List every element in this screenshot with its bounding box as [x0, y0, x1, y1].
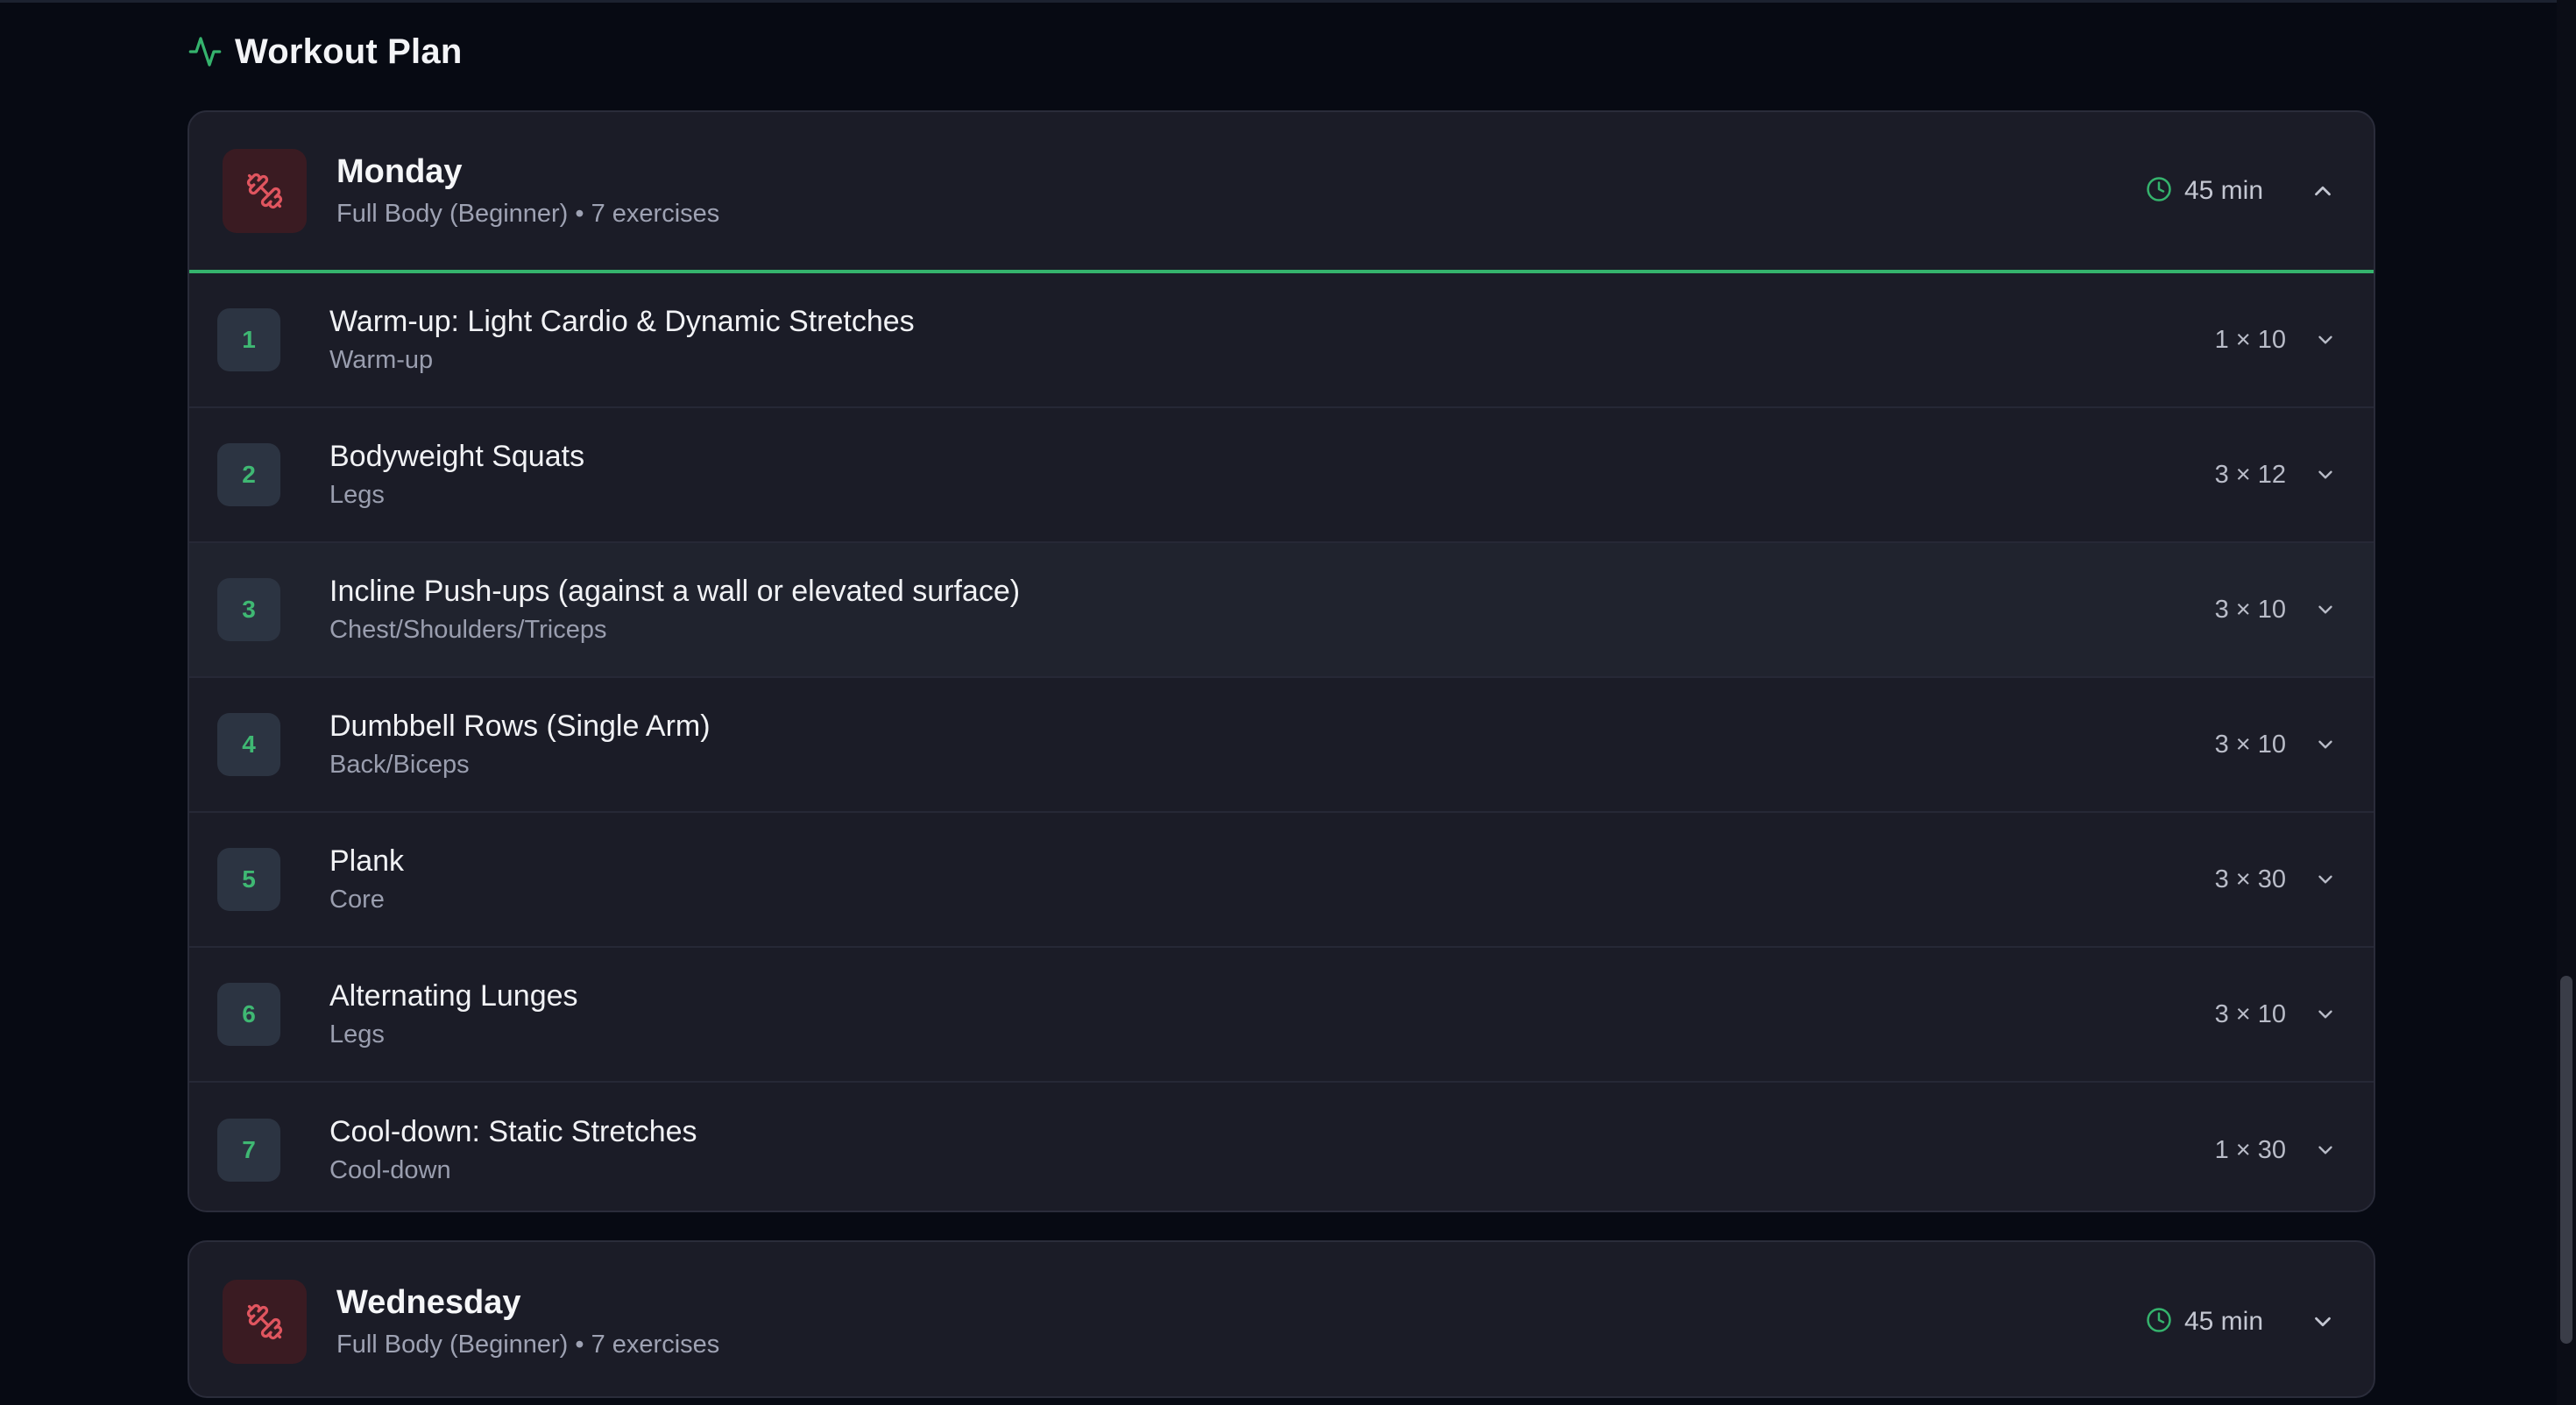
clock-icon: [2146, 176, 2172, 207]
exercise-number: 4: [217, 713, 280, 776]
chevron-down-icon[interactable]: [2311, 325, 2340, 355]
exercise-name: Bodyweight Squats: [329, 440, 585, 473]
exercise-sets: 1 × 30: [2214, 1135, 2286, 1164]
exercise-sets: 1 × 10: [2214, 325, 2286, 354]
exercise-row[interactable]: 1 Warm-up: Light Cardio & Dynamic Stretc…: [189, 273, 2374, 408]
exercise-name: Cool-down: Static Stretches: [329, 1115, 697, 1148]
day-duration: 45 min: [2183, 1307, 2263, 1336]
chevron-down-icon[interactable]: [2305, 1304, 2340, 1339]
exercise-row[interactable]: 3 Incline Push-ups (against a wall or el…: [189, 543, 2374, 678]
activity-icon: [188, 34, 223, 69]
exercise-sets: 3 × 10: [2214, 999, 2286, 1028]
chevron-up-icon[interactable]: [2305, 173, 2340, 208]
day-card-wednesday: Wednesday Full Body (Beginner) • 7 exerc…: [188, 1240, 2375, 1398]
exercise-category: Legs: [329, 481, 385, 509]
exercise-number: 5: [217, 848, 280, 911]
exercise-row[interactable]: 4 Dumbbell Rows (Single Arm) Back/Biceps…: [189, 678, 2374, 813]
scrollbar[interactable]: [2557, 0, 2576, 1405]
exercise-number: 6: [217, 983, 280, 1046]
chevron-down-icon[interactable]: [2311, 730, 2340, 759]
exercise-name: Dumbbell Rows (Single Arm): [329, 710, 711, 743]
exercise-sets: 3 × 10: [2214, 730, 2286, 759]
day-subtitle: Full Body (Beginner) • 7 exercises: [336, 200, 720, 228]
exercise-category: Cool-down: [329, 1156, 451, 1184]
top-divider: [0, 0, 2576, 3]
chevron-down-icon[interactable]: [2311, 865, 2340, 894]
exercise-name: Incline Push-ups (against a wall or elev…: [329, 575, 1021, 608]
exercise-name: Alternating Lunges: [329, 979, 578, 1013]
exercise-category: Warm-up: [329, 346, 434, 374]
day-header-monday[interactable]: Monday Full Body (Beginner) • 7 exercise…: [189, 112, 2374, 273]
dumbbell-icon: [223, 149, 307, 233]
exercise-row[interactable]: 2 Bodyweight Squats Legs 3 × 12: [189, 408, 2374, 543]
exercise-category: Chest/Shoulders/Triceps: [329, 616, 607, 644]
scrollbar-thumb[interactable]: [2560, 976, 2572, 1344]
exercise-sets: 3 × 30: [2214, 865, 2286, 893]
exercise-name: Plank: [329, 844, 405, 878]
exercise-sets: 3 × 12: [2214, 460, 2286, 489]
section-title: Workout Plan: [235, 32, 463, 71]
exercise-category: Back/Biceps: [329, 751, 470, 779]
dumbbell-icon: [223, 1280, 307, 1364]
day-name: Monday: [336, 153, 463, 190]
exercise-list: 1 Warm-up: Light Cardio & Dynamic Stretc…: [189, 273, 2374, 1211]
chevron-down-icon[interactable]: [2311, 1135, 2340, 1165]
exercise-number: 2: [217, 443, 280, 506]
exercise-number: 7: [217, 1119, 280, 1182]
exercise-row[interactable]: 5 Plank Core 3 × 30: [189, 813, 2374, 948]
section-header: Workout Plan: [188, 30, 462, 74]
day-name: Wednesday: [336, 1284, 521, 1321]
exercise-number: 3: [217, 578, 280, 641]
chevron-down-icon[interactable]: [2311, 595, 2340, 625]
chevron-down-icon[interactable]: [2311, 460, 2340, 490]
exercise-number: 1: [217, 308, 280, 371]
chevron-down-icon[interactable]: [2311, 999, 2340, 1029]
exercise-sets: 3 × 10: [2214, 595, 2286, 624]
page: Workout Plan Monday Full Body (Beginner)…: [0, 0, 2576, 1405]
day-duration: 45 min: [2183, 176, 2263, 205]
clock-icon: [2146, 1307, 2172, 1338]
exercise-row[interactable]: 7 Cool-down: Static Stretches Cool-down …: [189, 1083, 2374, 1211]
exercise-row[interactable]: 6 Alternating Lunges Legs 3 × 10: [189, 948, 2374, 1083]
exercise-category: Legs: [329, 1020, 385, 1048]
day-subtitle: Full Body (Beginner) • 7 exercises: [336, 1331, 720, 1359]
exercise-name: Warm-up: Light Cardio & Dynamic Stretche…: [329, 305, 915, 338]
day-card-monday: Monday Full Body (Beginner) • 7 exercise…: [188, 110, 2375, 1212]
exercise-category: Core: [329, 886, 385, 914]
day-header-wednesday[interactable]: Wednesday Full Body (Beginner) • 7 exerc…: [189, 1242, 2374, 1396]
